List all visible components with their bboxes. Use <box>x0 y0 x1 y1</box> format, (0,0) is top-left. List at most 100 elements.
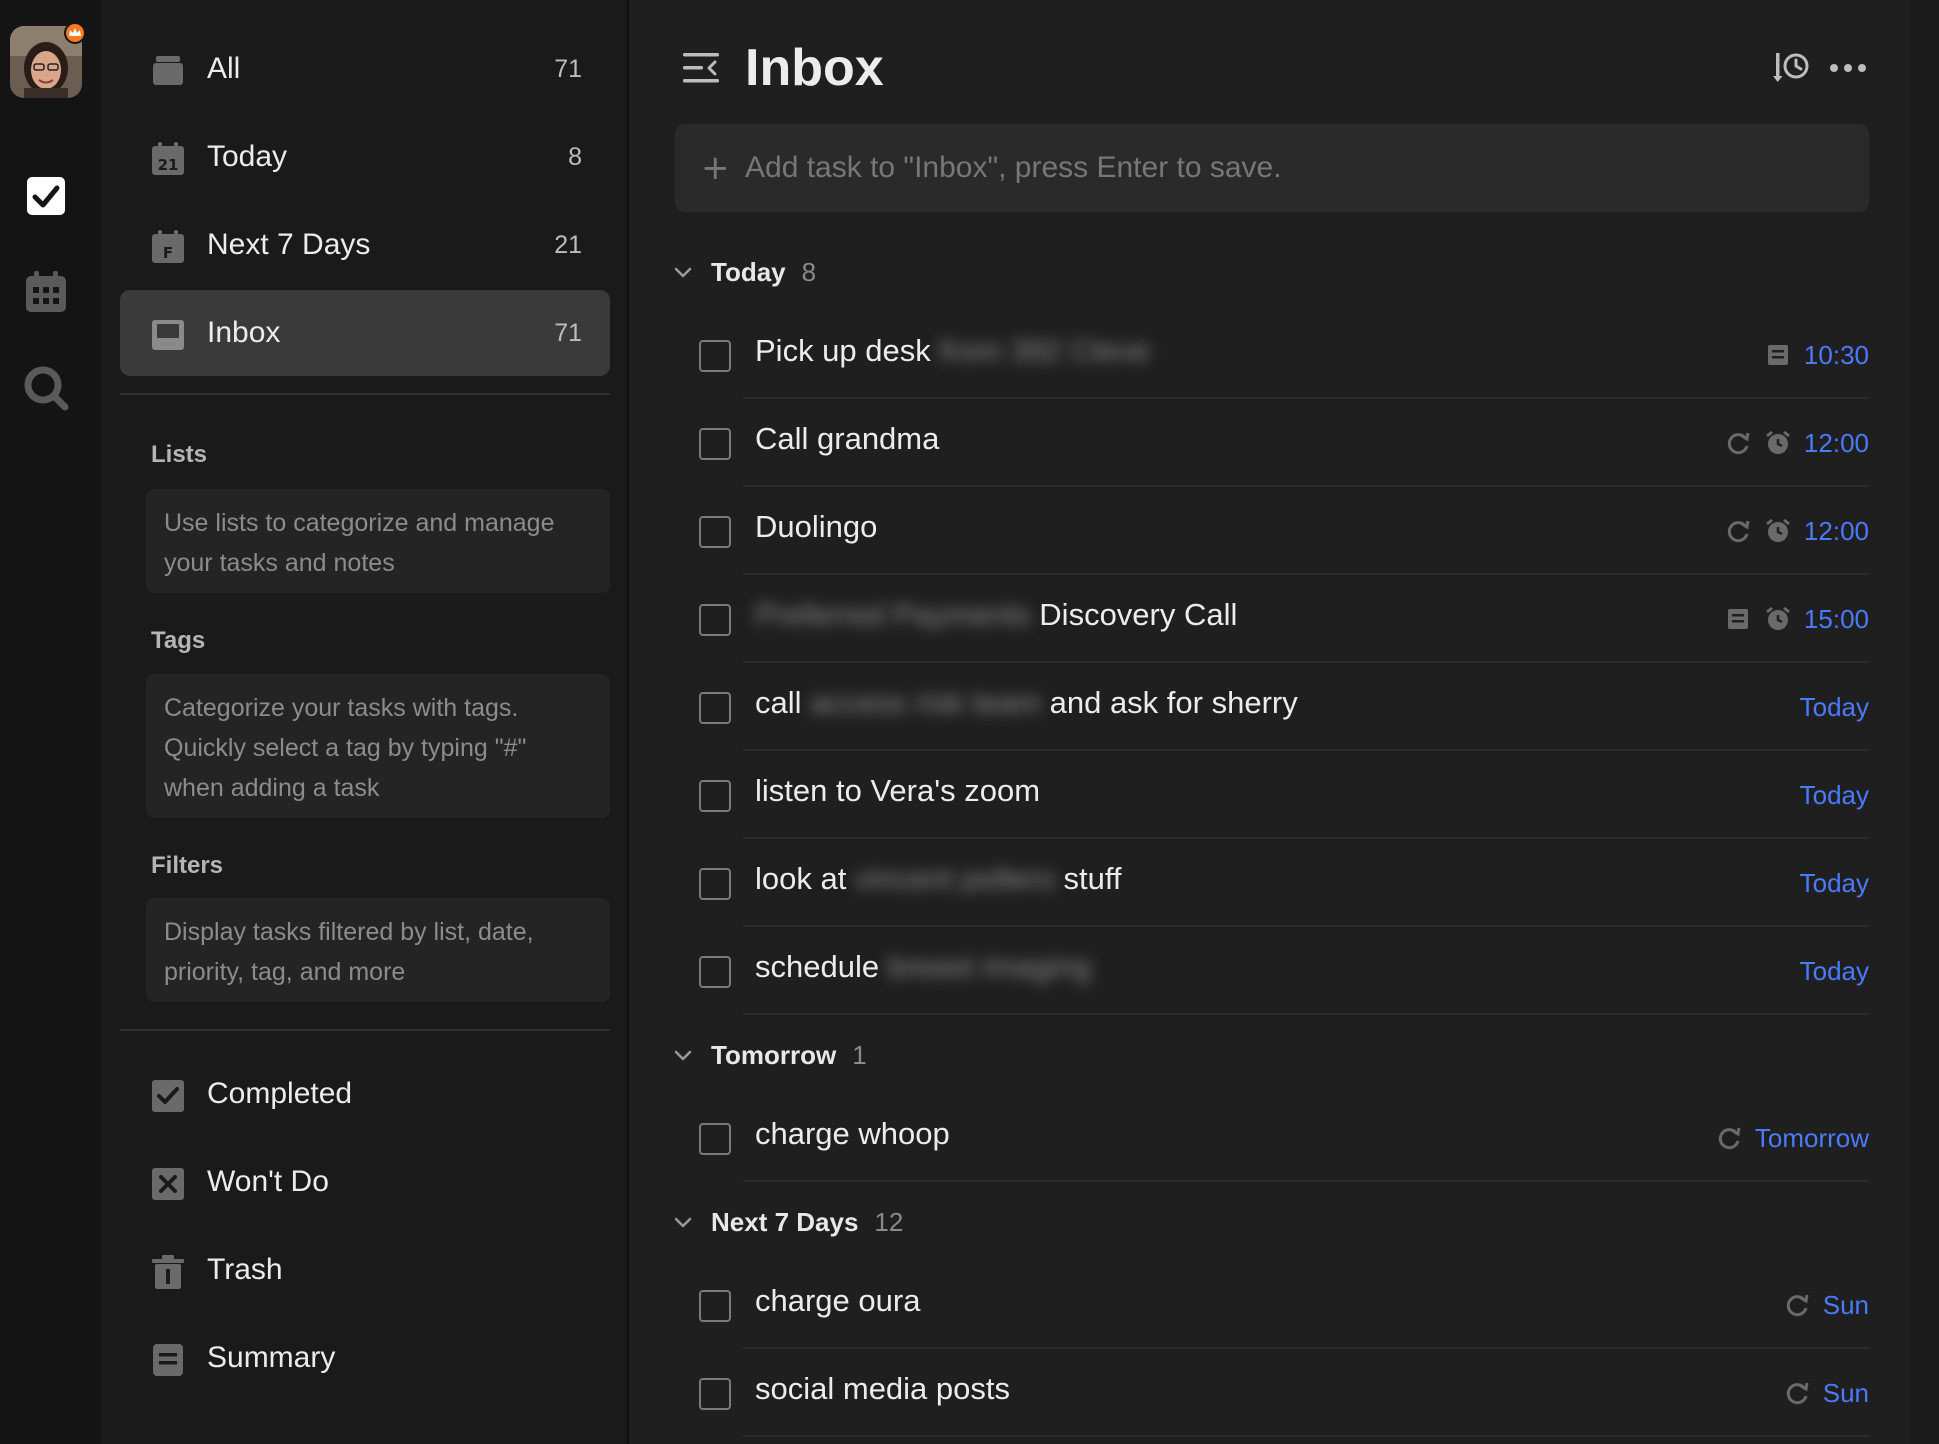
group-count: 12 <box>874 1206 904 1237</box>
task-title[interactable]: Call grandma <box>755 421 939 457</box>
task-row[interactable]: Pick up desk from 392 Cleve 10:30 <box>673 311 1869 399</box>
all-tray-icon <box>153 56 183 85</box>
sidebar-item-wont-do[interactable]: Won't Do <box>120 1139 610 1225</box>
repeat-icon <box>1724 429 1752 457</box>
task-checkbox[interactable] <box>699 956 731 988</box>
task-title[interactable]: Pick up desk from 392 Cleve <box>755 333 1150 369</box>
task-title[interactable]: charge oura <box>755 1283 920 1319</box>
premium-crown-icon <box>64 22 86 44</box>
redacted-text: breast imaging <box>887 949 1092 984</box>
sidebar-item-count: 71 <box>554 318 582 347</box>
task-date[interactable]: Today <box>1800 868 1869 899</box>
sidebar-item-trash[interactable]: Trash <box>120 1227 610 1313</box>
task-title-text: Duolingo <box>755 509 878 544</box>
tasks-checkbox-icon[interactable] <box>22 172 70 220</box>
task-date[interactable]: 15:00 <box>1804 604 1869 635</box>
chevron-down-icon <box>674 1050 692 1061</box>
task-date[interactable]: Today <box>1800 780 1869 811</box>
alarm-icon <box>1764 517 1792 545</box>
sidebar-item-summary[interactable]: Summary <box>120 1315 610 1401</box>
task-date[interactable]: 10:30 <box>1804 340 1869 371</box>
sidebar-item-inbox[interactable]: Inbox 71 <box>120 290 610 376</box>
sidebar-item-label: Today <box>207 140 288 173</box>
sidebar-item-count: 21 <box>554 230 582 259</box>
task-checkbox[interactable] <box>699 340 731 372</box>
task-checkbox[interactable] <box>699 692 731 724</box>
add-task-input[interactable] <box>745 148 1845 188</box>
task-meta: Today <box>1800 865 1869 901</box>
completed-icon <box>152 1080 184 1112</box>
task-row[interactable]: charge oura Sun <box>673 1261 1869 1349</box>
task-checkbox[interactable] <box>699 780 731 812</box>
task-title[interactable]: schedule breast imaging <box>755 949 1091 985</box>
task-title[interactable]: social media posts <box>755 1371 1010 1407</box>
row-divider <box>743 1180 1869 1182</box>
task-date[interactable]: Tomorrow <box>1755 1123 1869 1154</box>
task-checkbox[interactable] <box>699 1123 731 1155</box>
task-date[interactable]: 12:00 <box>1804 428 1869 459</box>
sidebar-item-next-7-days[interactable]: F Next 7 Days 21 <box>120 202 610 288</box>
task-row[interactable]: Duolingo 12:00 <box>673 487 1869 575</box>
collapse-sidebar-icon[interactable] <box>681 50 721 86</box>
scrollbar[interactable] <box>1910 0 1939 1444</box>
task-checkbox[interactable] <box>699 604 731 636</box>
task-date[interactable]: Sun <box>1823 1378 1869 1409</box>
sidebar: All 71 21 Today 8 F Next 7 Days 21 Inbox… <box>101 0 629 1444</box>
filters-section-title[interactable]: Filters <box>151 852 223 880</box>
task-title[interactable]: Duolingo <box>755 509 877 545</box>
task-title[interactable]: look at vincent pollero stuff <box>755 861 1122 897</box>
task-row[interactable]: listen to Vera's zoom Today <box>673 751 1869 839</box>
task-row[interactable]: schedule breast imaging Today <box>673 927 1869 1015</box>
lists-section-title[interactable]: Lists <box>151 441 207 469</box>
task-checkbox[interactable] <box>699 868 731 900</box>
group-title: Today <box>711 256 786 287</box>
task-checkbox[interactable] <box>699 428 731 460</box>
sidebar-item-today[interactable]: 21 Today 8 <box>120 114 610 200</box>
task-title-text: look at <box>755 861 847 896</box>
task-checkbox[interactable] <box>699 516 731 548</box>
plus-icon: + <box>701 148 730 188</box>
calendar-21-icon: 21 <box>152 142 184 175</box>
add-task-box[interactable]: + <box>675 124 1869 212</box>
task-date[interactable]: Today <box>1800 956 1869 987</box>
sidebar-item-label: Completed <box>207 1077 353 1110</box>
task-title[interactable]: call access risk team and ask for sherry <box>755 685 1298 721</box>
lists-hint: Use lists to categorize and manage your … <box>146 489 610 593</box>
task-title[interactable]: charge whoop <box>755 1116 950 1152</box>
tags-section-title[interactable]: Tags <box>151 627 205 655</box>
sidebar-item-label: All <box>207 52 241 85</box>
sidebar-divider <box>120 1029 610 1031</box>
task-title[interactable]: Preferred Payments Discovery Call <box>755 597 1237 633</box>
more-options-icon[interactable] <box>1828 48 1868 88</box>
task-row[interactable]: call access risk team and ask for sherry… <box>673 663 1869 751</box>
task-meta: Sun <box>1783 1287 1869 1323</box>
task-row[interactable]: Call grandma 12:00 <box>673 399 1869 487</box>
task-title[interactable]: listen to Vera's zoom <box>755 773 1040 809</box>
repeat-icon <box>1783 1291 1811 1319</box>
calendar-icon[interactable] <box>22 268 70 316</box>
task-checkbox[interactable] <box>699 1290 731 1322</box>
group-header-next-7-days[interactable]: Next 7 Days 12 <box>673 1202 903 1242</box>
task-checkbox[interactable] <box>699 1378 731 1410</box>
sidebar-divider <box>120 393 610 395</box>
task-meta: Sun <box>1783 1375 1869 1411</box>
task-date[interactable]: Sun <box>1823 1290 1869 1321</box>
task-row[interactable]: look at vincent pollero stuff Today <box>673 839 1869 927</box>
task-row[interactable]: social media posts Sun <box>673 1349 1869 1437</box>
task-row[interactable]: Preferred Payments Discovery Call 15:00 <box>673 575 1869 663</box>
task-date[interactable]: 12:00 <box>1804 516 1869 547</box>
task-row[interactable]: charge whoop Tomorrow <box>673 1094 1869 1182</box>
task-title-text: and ask for sherry <box>1049 685 1298 720</box>
task-date[interactable]: Today <box>1800 692 1869 723</box>
sidebar-item-completed[interactable]: Completed <box>120 1051 610 1137</box>
sort-history-icon[interactable] <box>1772 48 1812 88</box>
group-header-tomorrow[interactable]: Tomorrow 1 <box>673 1035 867 1075</box>
sidebar-item-all[interactable]: All 71 <box>120 26 610 112</box>
group-header-today[interactable]: Today 8 <box>673 252 816 292</box>
redacted-text: from 392 Cleve <box>939 333 1150 368</box>
search-icon[interactable] <box>22 364 70 412</box>
wont-do-icon <box>152 1168 184 1200</box>
task-title-text: Pick up desk <box>755 333 931 368</box>
alarm-icon <box>1764 429 1792 457</box>
sidebar-item-label: Won't Do <box>207 1165 329 1198</box>
